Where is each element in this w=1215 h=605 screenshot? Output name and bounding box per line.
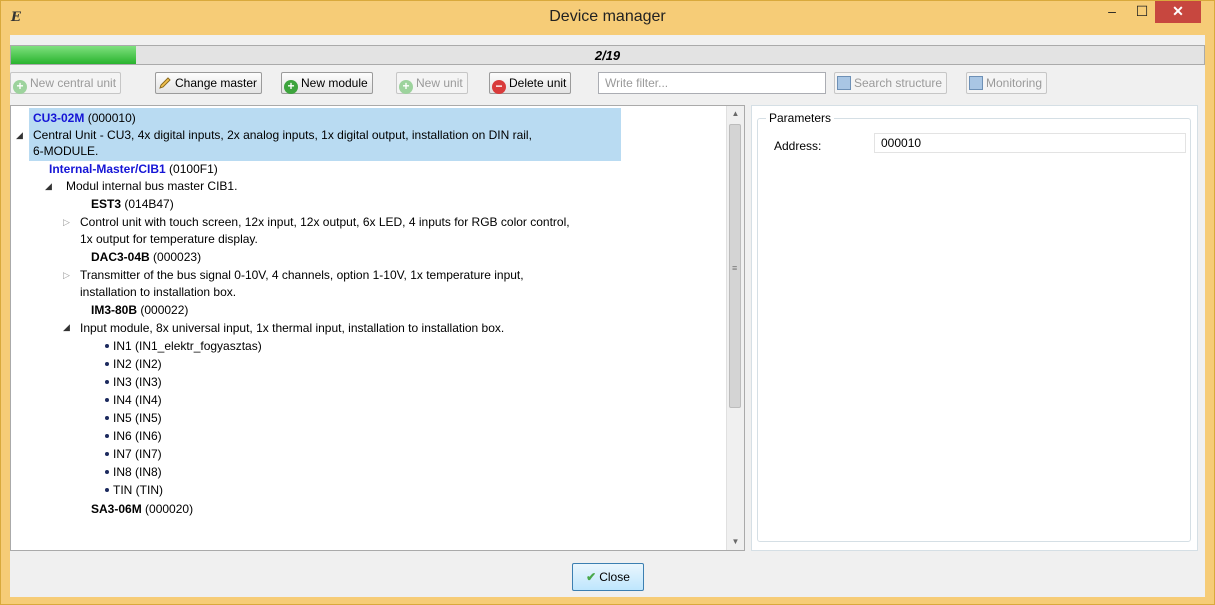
node-address: (000023)	[153, 250, 202, 264]
expanded-arrow-icon[interactable]: ◢	[16, 128, 23, 142]
expanded-arrow-icon[interactable]: ◢	[63, 320, 70, 334]
tree-node-dac3-04b[interactable]: DAC3-04B (000023)	[91, 249, 201, 265]
node-address: (000020)	[145, 502, 194, 516]
checkmark-icon: ✔	[586, 570, 597, 584]
monitoring-label: Monitoring	[986, 76, 1043, 90]
progress-label: 2/19	[594, 48, 621, 63]
new-unit-button[interactable]: + New unit	[396, 72, 468, 94]
bullet-icon	[105, 398, 109, 402]
plus-icon: +	[284, 80, 298, 94]
content-area: 2/19 + New central unit Change master + Ne…	[10, 35, 1205, 597]
node-name: SA3-06M	[91, 502, 142, 516]
device-manager-window: E Device manager – ☐ ✕ 2/19 + New central…	[0, 0, 1215, 605]
address-label: Address:	[774, 139, 822, 153]
input-item[interactable]: IN7 (IN7)	[105, 446, 162, 462]
search-structure-button[interactable]: Search structure	[834, 72, 948, 94]
input-item[interactable]: IN4 (IN4)	[105, 392, 162, 408]
bullet-icon	[105, 362, 109, 366]
bullet-icon	[105, 344, 109, 348]
node-name: CU3-02M	[33, 111, 85, 125]
input-item[interactable]: TIN (TIN)	[105, 482, 163, 498]
expanded-arrow-icon[interactable]: ◢	[45, 179, 52, 193]
parameters-group: Parameters Address: 000010	[757, 111, 1191, 542]
node-description: 1x output for temperature display.	[80, 232, 258, 246]
collapsed-arrow-icon[interactable]: ▷	[63, 215, 70, 229]
bullet-icon	[105, 434, 109, 438]
tree-node-sa3-06m[interactable]: SA3-06M (000020)	[91, 501, 193, 517]
change-master-label: Change master	[175, 76, 258, 90]
scrollbar-thumb[interactable]: ≡	[729, 124, 741, 408]
scroll-down-icon[interactable]: ▼	[727, 534, 744, 550]
delete-unit-button[interactable]: − Delete unit	[489, 72, 572, 94]
node-name: Internal-Master/CIB1	[49, 162, 166, 176]
window-title: Device manager	[549, 8, 666, 25]
node-name: EST3	[91, 197, 122, 211]
node-name: DAC3-04B	[91, 250, 150, 264]
tree-node-cu3-02m[interactable]: CU3-02M (000010)	[33, 110, 136, 126]
input-item[interactable]: IN3 (IN3)	[105, 374, 162, 390]
parameters-panel: Parameters Address: 000010	[751, 105, 1198, 551]
device-tree[interactable]: CU3-02M (000010) ◢ Central Unit - CU3, 4…	[10, 105, 745, 551]
toolbar: + New central unit Change master + New mod…	[10, 71, 1205, 97]
node-description: Input module, 8x universal input, 1x the…	[80, 321, 505, 335]
title-bar[interactable]: E Device manager – ☐ ✕	[1, 1, 1214, 35]
new-unit-label: New unit	[416, 76, 463, 90]
grip-icon: ≡	[732, 263, 738, 273]
close-window-button[interactable]: ✕	[1155, 1, 1201, 23]
minimize-button[interactable]: –	[1097, 1, 1127, 23]
pencil-icon	[159, 77, 171, 89]
search-structure-icon	[837, 76, 851, 90]
delete-unit-label: Delete unit	[509, 76, 567, 90]
scroll-up-icon[interactable]: ▲	[727, 106, 744, 122]
node-address: (014B47)	[124, 197, 174, 211]
input-item[interactable]: IN5 (IN5)	[105, 410, 162, 426]
address-field[interactable]: 000010	[874, 133, 1186, 153]
tree-scrollbar[interactable]: ▲ ≡ ▼	[726, 106, 744, 550]
new-module-button[interactable]: + New module	[281, 72, 373, 94]
node-description: 6-MODULE.	[33, 144, 99, 158]
minus-icon: −	[492, 80, 506, 94]
plus-icon: +	[399, 80, 413, 94]
new-module-label: New module	[301, 76, 368, 90]
tree-node-im3-80b[interactable]: IM3-80B (000022)	[91, 302, 188, 318]
node-address: (000022)	[140, 303, 189, 317]
node-description: Central Unit - CU3, 4x digital inputs, 2…	[33, 128, 532, 142]
new-central-unit-label: New central unit	[30, 76, 117, 90]
close-label: Close	[599, 570, 630, 584]
search-structure-label: Search structure	[854, 76, 943, 90]
node-description: Modul internal bus master CIB1.	[66, 179, 238, 193]
collapsed-arrow-icon[interactable]: ▷	[63, 268, 70, 282]
plus-icon: +	[13, 80, 27, 94]
input-item[interactable]: IN2 (IN2)	[105, 356, 162, 372]
input-item[interactable]: IN1 (IN1_elektr_fogyasztas)	[105, 338, 262, 354]
bullet-icon	[105, 488, 109, 492]
bullet-icon	[105, 470, 109, 474]
node-description: Transmitter of the bus signal 0-10V, 4 c…	[80, 268, 524, 282]
tree-node-est3[interactable]: EST3 (014B47)	[91, 196, 174, 212]
monitoring-button[interactable]: Monitoring	[966, 72, 1048, 94]
bullet-icon	[105, 416, 109, 420]
new-central-unit-button[interactable]: + New central unit	[10, 72, 122, 94]
node-description: installation to installation box.	[80, 285, 237, 299]
monitoring-icon	[969, 76, 983, 90]
bullet-icon	[105, 380, 109, 384]
node-name: IM3-80B	[91, 303, 138, 317]
change-master-button[interactable]: Change master	[155, 72, 263, 94]
input-item[interactable]: IN8 (IN8)	[105, 464, 162, 480]
input-item[interactable]: IN6 (IN6)	[105, 428, 162, 444]
parameters-legend: Parameters	[766, 111, 835, 125]
filter-input[interactable]: Write filter...	[598, 72, 826, 94]
node-address: (0100F1)	[169, 162, 218, 176]
maximize-button[interactable]: ☐	[1127, 1, 1157, 23]
node-description: Control unit with touch screen, 12x inpu…	[80, 215, 570, 229]
close-button[interactable]: ✔ Close	[572, 563, 644, 591]
node-address: (000010)	[87, 111, 136, 125]
progress-bar: 2/19	[10, 45, 1205, 65]
tree-node-internal-master[interactable]: Internal-Master/CIB1 (0100F1)	[49, 161, 218, 177]
bullet-icon	[105, 452, 109, 456]
